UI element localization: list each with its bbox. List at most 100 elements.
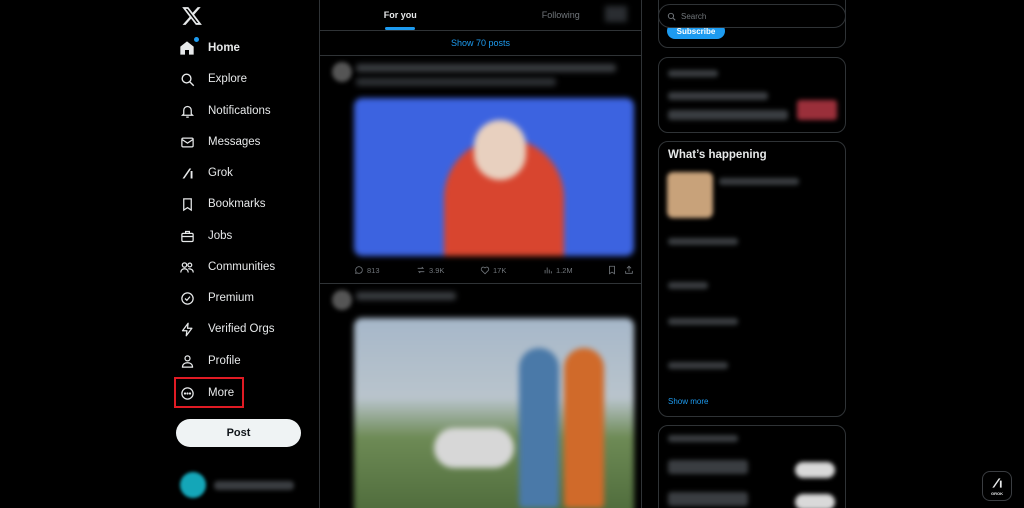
post-header-blurred <box>356 64 616 72</box>
reply-button[interactable]: 813 <box>354 265 380 275</box>
reply-count: 813 <box>367 265 380 275</box>
nav-item-messages[interactable]: Messages <box>178 128 260 156</box>
account-name-blurred <box>214 480 294 490</box>
bookmark-icon <box>609 265 615 275</box>
nav-label: Verified Orgs <box>208 323 275 335</box>
nav-label: More <box>208 387 235 399</box>
blurred-text <box>719 178 799 185</box>
blurred-text <box>668 110 788 120</box>
share-button[interactable] <box>624 265 634 275</box>
analytics-icon <box>544 267 552 274</box>
nav-item-verified-orgs[interactable]: Verified Orgs <box>178 315 274 343</box>
nav-item-more[interactable]: More <box>178 379 234 407</box>
blurred-text <box>668 238 738 245</box>
timeline: For you Following Show 70 posts 813 3.9K… <box>319 0 642 508</box>
nav-item-jobs[interactable]: Jobs <box>178 222 232 250</box>
blurred-text <box>668 92 768 100</box>
nav-item-notifications[interactable]: Notifications <box>178 97 271 125</box>
bell-icon <box>178 102 196 120</box>
repost-icon <box>417 266 425 274</box>
people-icon <box>178 258 196 276</box>
follow-button[interactable] <box>795 462 835 478</box>
post-text-blurred <box>356 78 556 86</box>
blurred-text <box>668 282 708 289</box>
reply-icon <box>355 266 363 274</box>
nav-label: Profile <box>208 355 241 367</box>
nav-label: Jobs <box>208 230 233 242</box>
search-input[interactable]: Search <box>658 4 846 28</box>
account-switcher[interactable] <box>180 472 294 498</box>
notification-dot <box>194 37 199 42</box>
tab-for-you[interactable]: For you <box>320 0 481 30</box>
nav-item-premium[interactable]: Premium <box>178 284 254 312</box>
briefcase-icon <box>178 227 196 245</box>
blurred-text <box>668 492 748 506</box>
nav-item-grok[interactable]: Grok <box>178 159 233 187</box>
avatar[interactable] <box>332 290 352 310</box>
repost-count: 3.9K <box>429 265 445 275</box>
more-circle-icon <box>178 384 196 402</box>
post-media-image[interactable] <box>354 318 634 508</box>
timeline-settings-icon[interactable] <box>605 6 627 22</box>
grok-icon <box>178 164 196 182</box>
post-header-blurred <box>356 292 456 300</box>
timeline-tabs: For you Following <box>320 0 641 31</box>
share-icon <box>625 265 633 274</box>
nav-label: Premium <box>208 292 255 304</box>
avatar <box>180 472 206 498</box>
views-button[interactable]: 1.2M <box>543 265 573 275</box>
search-icon <box>178 70 196 88</box>
repost-button[interactable]: 3.9K <box>416 265 444 275</box>
blurred-text <box>668 460 748 474</box>
grok-floating-button[interactable]: GROK <box>982 471 1012 501</box>
nav-item-profile[interactable]: Profile <box>178 347 241 375</box>
left-nav: Home Explore Notifications Messages Grok… <box>170 0 318 508</box>
heart-icon <box>480 266 490 275</box>
blurred-text <box>668 362 728 369</box>
view-count: 1.2M <box>556 265 573 275</box>
nav-label: Explore <box>208 73 247 85</box>
nav-item-communities[interactable]: Communities <box>178 253 275 281</box>
nav-item-explore[interactable]: Explore <box>178 65 247 93</box>
nav-label: Messages <box>208 136 261 148</box>
person-icon <box>178 352 196 370</box>
search-placeholder: Search <box>681 11 707 21</box>
nav-label: Communities <box>208 261 276 273</box>
grok-label: GROK <box>991 491 1003 496</box>
grok-icon <box>992 478 1002 488</box>
envelope-icon <box>178 133 196 151</box>
nav-label: Home <box>208 42 240 54</box>
post[interactable]: 813 3.9K 17K 1.2M <box>320 56 641 284</box>
blurred-badge <box>797 100 837 120</box>
right-sidebar: Subscribe Search What’s happening Show m… <box>658 0 846 508</box>
trending-title: What’s happening <box>668 149 767 161</box>
follow-button[interactable] <box>795 494 835 508</box>
premium-icon <box>178 289 196 307</box>
blurred-text <box>668 318 738 325</box>
show-more-link[interactable]: Show more <box>668 397 708 406</box>
trend-thumbnail[interactable] <box>667 172 713 218</box>
nav-label: Bookmarks <box>208 198 266 210</box>
nav-item-home[interactable]: Home <box>178 34 240 62</box>
bookmark-button[interactable] <box>607 265 617 275</box>
who-to-follow-card <box>658 425 846 508</box>
live-card-blurred[interactable] <box>658 57 846 133</box>
avatar[interactable] <box>332 62 352 82</box>
like-count: 17K <box>493 265 507 275</box>
whats-happening-card: What’s happening Show more <box>658 141 846 417</box>
search-icon <box>667 12 676 21</box>
show-new-posts-link[interactable]: Show 70 posts <box>320 31 641 56</box>
x-logo-icon[interactable] <box>181 5 203 27</box>
bookmark-icon <box>178 195 196 213</box>
post-media-image[interactable] <box>354 98 634 256</box>
post[interactable] <box>320 284 641 508</box>
post-actions: 813 3.9K 17K 1.2M <box>354 261 636 279</box>
blurred-text <box>668 70 718 77</box>
nav-label: Grok <box>208 167 233 179</box>
post-button[interactable]: Post <box>176 419 301 447</box>
like-button[interactable]: 17K <box>480 265 506 275</box>
blurred-text <box>668 435 738 442</box>
lightning-icon <box>178 320 196 338</box>
nav-item-bookmarks[interactable]: Bookmarks <box>178 190 266 218</box>
home-icon <box>178 39 196 57</box>
